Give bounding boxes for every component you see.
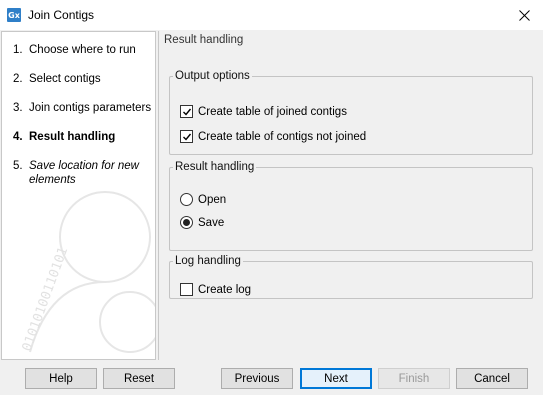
cancel-button[interactable]: Cancel bbox=[456, 368, 528, 389]
dialog-body: 1. Choose where to run 2. Select contigs 3… bbox=[0, 30, 543, 361]
checkbox-box[interactable] bbox=[180, 130, 193, 143]
step-label: Select contigs bbox=[29, 73, 101, 85]
step-label: Save location for new elements bbox=[29, 160, 139, 186]
step-choose-where-to-run[interactable]: 1. Choose where to run bbox=[13, 43, 136, 57]
help-button[interactable]: Help bbox=[25, 368, 97, 389]
step-number: 5. bbox=[13, 160, 23, 172]
create-joined-table-checkbox[interactable]: Create table of joined contigs bbox=[180, 105, 347, 118]
radio-label: Open bbox=[198, 193, 227, 206]
radio-selected-dot bbox=[183, 219, 190, 226]
close-icon bbox=[518, 9, 530, 21]
radio-circle[interactable] bbox=[180, 193, 193, 206]
reset-button[interactable]: Reset bbox=[103, 368, 175, 389]
step-number: 2. bbox=[13, 73, 23, 85]
save-radio[interactable]: Save bbox=[180, 216, 224, 229]
checkbox-label: Create table of contigs not joined bbox=[198, 130, 367, 143]
watermark-logo: 01010100110101 bbox=[20, 191, 155, 353]
result-handling-legend: Result handling bbox=[175, 161, 255, 173]
step-number: 1. bbox=[13, 44, 23, 56]
log-handling-legend: Log handling bbox=[175, 255, 241, 267]
open-radio[interactable]: Open bbox=[180, 193, 226, 206]
step-select-contigs[interactable]: 2. Select contigs bbox=[13, 72, 101, 86]
checkbox-box[interactable] bbox=[180, 105, 193, 118]
steps-pane: 1. Choose where to run 2. Select contigs 3… bbox=[1, 31, 156, 360]
log-handling-group: Log handling Create log bbox=[169, 255, 533, 299]
step-label: Result handling bbox=[29, 131, 116, 143]
app-icon: Gx bbox=[7, 8, 21, 22]
checkmark-icon bbox=[182, 133, 191, 141]
checkbox-label: Create log bbox=[198, 283, 252, 296]
step-save-location[interactable]: 5. Save location for new elements bbox=[13, 159, 153, 187]
checkbox-label: Create table of joined contigs bbox=[198, 105, 347, 118]
step-number: 4. bbox=[13, 131, 23, 143]
checkmark-icon bbox=[182, 108, 191, 116]
finish-button: Finish bbox=[378, 368, 450, 389]
checkbox-box[interactable] bbox=[180, 283, 193, 296]
step-result-handling[interactable]: 4. Result handling bbox=[13, 130, 115, 144]
output-options-group: Output options Create table of joined co… bbox=[169, 70, 533, 155]
step-label: Choose where to run bbox=[29, 44, 136, 56]
svg-text:01010100110101: 01010100110101 bbox=[20, 245, 72, 353]
pane-title: Result handling bbox=[164, 34, 244, 46]
step-number: 3. bbox=[13, 102, 23, 114]
next-button[interactable]: Next bbox=[300, 368, 372, 389]
close-button[interactable] bbox=[513, 5, 535, 25]
step-label: Join contigs parameters bbox=[29, 102, 152, 114]
create-not-joined-table-checkbox[interactable]: Create table of contigs not joined bbox=[180, 130, 366, 143]
output-options-legend: Output options bbox=[175, 70, 250, 82]
result-handling-pane: Result handling Output options Create ta… bbox=[158, 31, 542, 360]
step-join-contigs-parameters[interactable]: 3. Join contigs parameters bbox=[13, 101, 151, 115]
create-log-checkbox[interactable]: Create log bbox=[180, 283, 251, 296]
radio-label: Save bbox=[198, 216, 225, 229]
window-title: Join Contigs bbox=[28, 8, 95, 22]
title-bar: Gx Join Contigs bbox=[0, 0, 543, 30]
previous-button[interactable]: Previous bbox=[221, 368, 293, 389]
result-handling-group: Result handling Open Save bbox=[169, 161, 533, 251]
radio-circle[interactable] bbox=[180, 216, 193, 229]
